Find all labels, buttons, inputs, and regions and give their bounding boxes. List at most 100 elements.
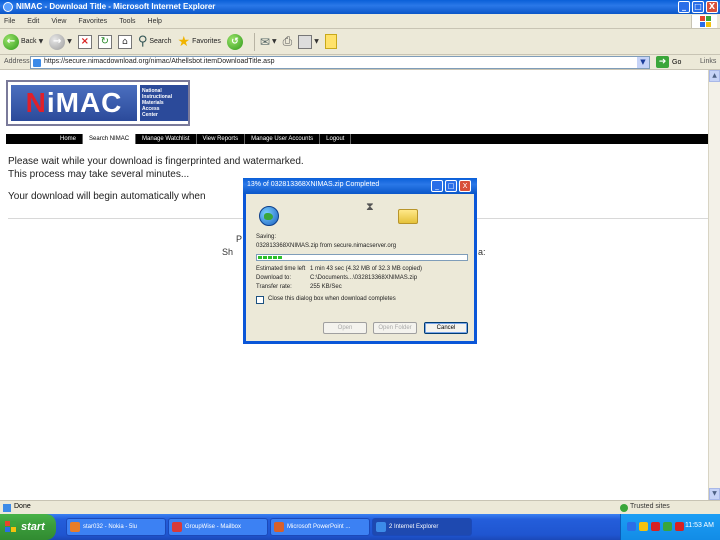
menu-edit[interactable]: Edit (27, 18, 39, 25)
dialog-maximize-button[interactable]: □ (445, 180, 457, 192)
open-folder-button[interactable]: Open Folder (373, 322, 417, 334)
edit-icon (298, 34, 313, 49)
back-label: Back (21, 38, 37, 45)
taskbar-item[interactable]: star032 - Nokia - 5lu (66, 518, 166, 536)
refresh-button[interactable]: ↻ (97, 31, 112, 53)
back-button[interactable]: ← Back ▼ (3, 31, 43, 53)
forward-button[interactable]: → ▼ (49, 31, 72, 53)
windows-logo-icon (691, 15, 717, 28)
download-to-label: Download to: (256, 275, 292, 281)
vertical-scrollbar[interactable]: ▲ ▼ (708, 70, 720, 500)
address-input[interactable]: https://secure.nimacdownload.org/nimac/A… (30, 56, 650, 69)
stop-button[interactable]: × (77, 31, 92, 53)
menu-view[interactable]: View (51, 18, 66, 25)
scroll-down-icon[interactable]: ▼ (709, 488, 720, 500)
links-button[interactable]: Links (700, 58, 716, 65)
cancel-button[interactable]: Cancel (424, 322, 468, 334)
dialog-minimize-button[interactable]: _ (431, 180, 443, 192)
nav-manage-user-accounts[interactable]: Manage User Accounts (245, 134, 321, 144)
trusted-zone-icon (620, 504, 628, 512)
notes-button[interactable] (324, 31, 337, 53)
dialog-title: 13% of 032813368XNIMAS.zip Completed (247, 181, 380, 188)
status-text: Done (14, 503, 31, 510)
nav-view-reports[interactable]: View Reports (197, 134, 246, 144)
menu-favorites[interactable]: Favorites (78, 18, 107, 25)
history-icon: ↺ (226, 33, 243, 50)
menu-tools[interactable]: Tools (119, 18, 135, 25)
favorites-label: Favorites (192, 38, 221, 45)
print-button[interactable]: ⎙ (283, 31, 293, 53)
chevron-down-icon: ▼ (314, 38, 319, 45)
dialog-titlebar: 13% of 032813368XNIMAS.zip Completed _ □… (243, 178, 477, 194)
taskbar-item-label: 2 Internet Explorer (389, 524, 439, 530)
start-label: start (21, 521, 45, 533)
nav-bar: Home Search NIMAC Manage Watchlist View … (6, 134, 708, 144)
estimate-value: 1 min 43 sec (4.32 MB of 32.3 MB copied) (310, 266, 423, 272)
menu-help[interactable]: Help (148, 18, 162, 25)
nav-logout[interactable]: Logout (320, 134, 352, 144)
back-arrow-icon: ← (3, 33, 19, 50)
app-icon (274, 522, 284, 532)
search-button[interactable]: ⚲ Search (138, 31, 172, 53)
edit-button[interactable]: ▼ (298, 31, 319, 53)
estimate-label: Estimated time left (256, 266, 306, 272)
go-label: Go (672, 58, 682, 66)
tray-icon[interactable] (651, 522, 660, 531)
download-to-value: C:\Documents...\032813368XNIMAS.zip (310, 275, 418, 281)
menu-file[interactable]: File (4, 18, 15, 25)
logo-rest: iMAC (46, 87, 123, 118)
nimac-logo: NiMAC National Instructional Materials A… (6, 80, 190, 126)
search-label: Search (149, 38, 172, 45)
window-title: NIMAC - Download Title - Microsoft Inter… (16, 2, 216, 11)
tray-icon[interactable] (663, 522, 672, 531)
progress-block (258, 256, 262, 259)
nav-home[interactable]: Home (54, 134, 84, 144)
home-icon: ⌂ (117, 34, 132, 49)
go-arrow-icon: ➜ (656, 56, 669, 68)
dialog-file-source: 032813368XNIMAS.zip from secure.nimacser… (256, 243, 397, 249)
mail-button[interactable]: ✉ ▼ (260, 31, 277, 53)
nav-search-nimac[interactable]: Search NIMAC (83, 134, 137, 144)
logo-line: Center (142, 112, 158, 118)
system-tray: 11:53 AM (620, 514, 720, 540)
taskbar-item[interactable]: Microsoft PowerPoint ... (270, 518, 370, 536)
chevron-down-icon: ▼ (38, 38, 44, 45)
status-bar: Done Trusted sites (0, 500, 720, 514)
dialog-close-button[interactable]: X (459, 180, 471, 192)
notes-icon (324, 34, 337, 49)
menu-bar: File Edit View Favorites Tools Help (0, 14, 720, 29)
logo-brand: NiMAC (11, 85, 137, 121)
chevron-down-icon: ▼ (67, 38, 72, 45)
dialog-body: ⧗ Saving: 032813368XNIMAS.zip from secur… (246, 194, 474, 341)
security-zone: Trusted sites (630, 503, 670, 510)
start-button[interactable]: start (0, 514, 56, 540)
close-on-complete-checkbox[interactable] (256, 296, 264, 304)
window-titlebar: NIMAC - Download Title - Microsoft Inter… (0, 0, 720, 14)
obscured-text: Sh (222, 247, 234, 257)
taskbar-item[interactable]: GroupWise - Mailbox (168, 518, 268, 536)
tray-icon[interactable] (627, 522, 636, 531)
minimize-button[interactable]: _ (678, 1, 690, 13)
chevron-down-icon[interactable]: ▼ (637, 57, 649, 68)
nav-manage-watchlist[interactable]: Manage Watchlist (136, 134, 197, 144)
app-icon (376, 522, 386, 532)
open-button[interactable]: Open (323, 322, 367, 334)
progress-block (273, 256, 277, 259)
tray-icon[interactable] (675, 522, 684, 531)
close-button[interactable]: X (706, 1, 718, 13)
history-button[interactable]: ↺ (226, 31, 243, 53)
maximize-button[interactable]: □ (692, 1, 704, 13)
print-icon: ⎙ (282, 34, 293, 48)
go-button[interactable]: ➜ Go (656, 56, 681, 68)
chevron-down-icon: ▼ (271, 38, 277, 45)
tray-icon[interactable] (639, 522, 648, 531)
home-button[interactable]: ⌂ (117, 31, 132, 53)
progress-block (268, 256, 272, 259)
taskbar-item[interactable]: 2 Internet Explorer (372, 518, 472, 536)
dialog-status: Saving: (256, 234, 277, 240)
scroll-up-icon[interactable]: ▲ (709, 70, 720, 82)
favorites-button[interactable]: ★ Favorites (178, 31, 221, 53)
window-controls: _ □ X (678, 1, 718, 13)
duration-message: This process may take several minutes... (8, 169, 190, 180)
ie-icon (3, 2, 13, 12)
